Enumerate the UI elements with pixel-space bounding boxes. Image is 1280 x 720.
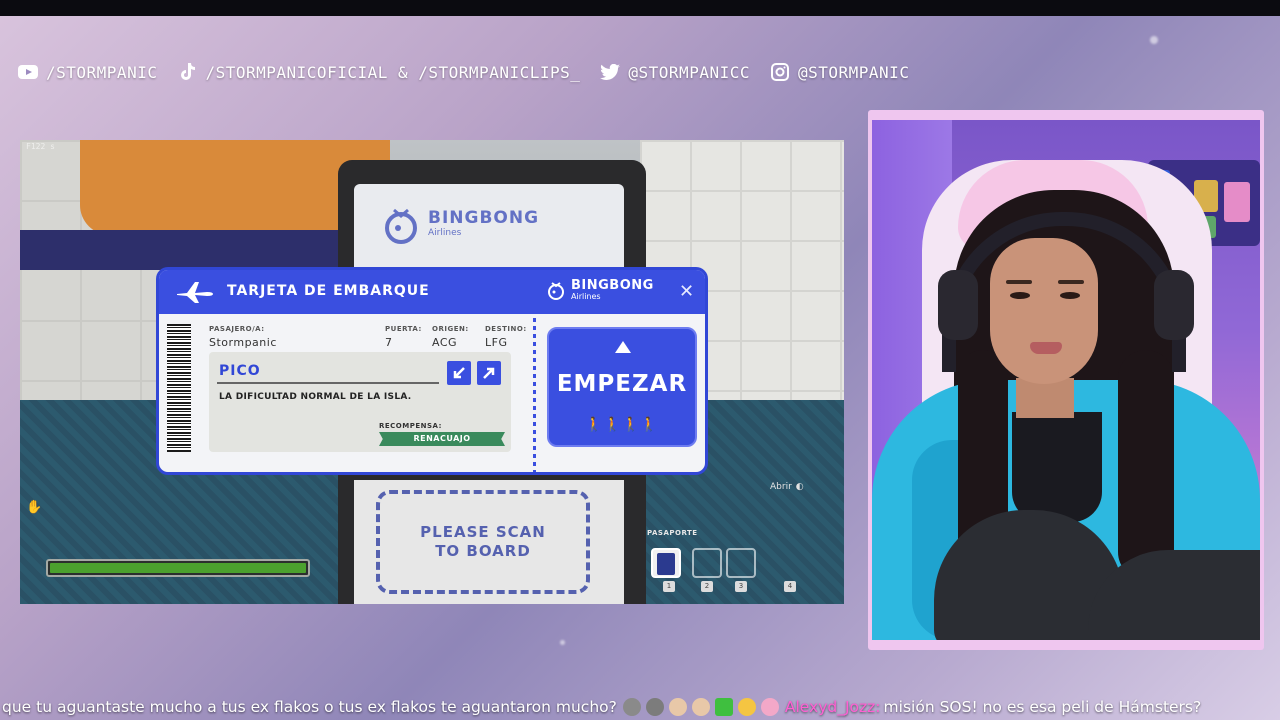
passenger-value: Stormpanic [209,336,277,349]
chat-ticker: que tu aguantaste mucho a tus ex flakos … [0,694,1280,720]
reward-label: RECOMPENSA: [379,422,442,430]
slot-number: 4 [784,581,796,592]
difficulty-next-button[interactable] [477,361,501,385]
headphone-earcup-left [938,270,978,340]
fps-counter: F122 s [26,142,55,151]
emote-icon [691,698,710,716]
difficulty-underline [217,382,439,384]
youtube-icon [18,63,38,81]
reward-badge: RENACUAJO [379,432,505,446]
open-prompt-label: Abrir [770,482,792,492]
destination-value: LFG [485,336,508,349]
bingbong-logo-icon [548,282,564,300]
arrow-up-right-icon [483,367,495,379]
emote-icon [622,698,641,716]
open-prompt: Abrir ◐ [770,482,804,492]
chat-message: misión SOS! no es esa peli de Hámsters? [883,698,1202,716]
perforation-divider [533,270,536,472]
scan-text-line-1: PLEASE SCAN [420,523,546,541]
chat-emotes [622,698,779,716]
boarding-pass-title: TARJETA DE EMBARQUE [227,283,430,299]
emote-icon [645,698,664,716]
webcam-inner-shirt [1012,412,1102,522]
airline-brand-sub: Airlines [571,292,601,301]
boarding-pass-dialog: TARJETA DE EMBARQUE BINGBONG Airlines ✕ … [156,267,708,475]
slot-number: 2 [701,581,713,592]
destination-label: DESTINO: [485,325,527,333]
checkmark-emote-icon [714,698,733,716]
youtube-handle: /STORMPANIC [46,62,158,82]
slot-number: 1 [663,581,675,592]
mouse-icon: ◐ [795,482,804,492]
stamina-bar [46,559,310,577]
passport-label: PASAPORTE [647,529,698,537]
difficulty-description: LA DIFICULTAD NORMAL DE LA ISLA. [219,392,412,402]
start-button-label: EMPEZAR [556,371,688,397]
instagram-handle: @STORMPANIC [797,62,910,82]
bingbong-logo-icon [385,208,417,244]
webcam-shelf-item [1224,182,1250,222]
hiker-icons: 🚶🚶🚶🚶 [585,417,659,433]
background-sparkle [1150,36,1158,44]
tiktok-handle: /STORMPANICOFICIAL & /STORMPANICLIPS_ [205,62,581,82]
instagram-icon [770,63,790,81]
gate-value: 7 [385,336,393,349]
kiosk-brand-name: BINGBONG [428,208,540,228]
difficulty-prev-button[interactable] [447,361,471,385]
twitter-icon [600,63,621,81]
passenger-label: PASAJERO/A: [209,325,265,333]
stamina-bar-fill [50,563,306,573]
headphone-earcup-right [1154,270,1194,340]
triangle-icon [615,341,631,353]
gate-label: PUERTA: [385,325,422,333]
inventory-slot-3[interactable] [726,548,756,578]
webcam-neck [1016,378,1074,418]
origin-value: ACG [432,336,458,349]
twitter-handle: @STORMPANICC [628,62,750,82]
hand-cursor-icon: ✋ [26,500,43,515]
sunglasses-emote-icon [737,698,756,716]
scan-text-line-2: TO BOARD [435,542,531,560]
chat-message: que tu aguantaste mucho a tus ex flakos … [2,698,617,716]
airline-brand-name: BINGBONG [571,278,654,293]
passport-icon [657,553,675,575]
webcam-hair-right [1118,350,1174,580]
close-icon[interactable]: ✕ [679,283,694,301]
scan-to-board-area: PLEASE SCAN TO BOARD [376,490,590,594]
slot-number: 3 [735,581,747,592]
tiktok-icon [177,63,197,81]
airline-brand: BINGBONG Airlines [545,279,654,301]
inventory-slot-2[interactable] [692,548,722,578]
kiosk-logo: BINGBONG Airlines [380,202,539,244]
top-black-bar [0,0,1280,16]
webcam-feed [872,120,1260,640]
pig-emote-icon [760,698,779,716]
arrow-down-left-icon [453,367,465,379]
inventory-slot-1[interactable] [651,548,681,578]
chat-username[interactable]: Alexyd_Jozz: [785,698,881,716]
airplane-icon [175,280,215,308]
social-handles: /STORMPANIC /STORMPANICOFICIAL & /STORMP… [18,58,909,86]
start-button[interactable]: EMPEZAR 🚶🚶🚶🚶 [547,327,697,447]
barcode [167,324,191,452]
origin-label: ORIGEN: [432,325,469,333]
difficulty-name: PICO [219,363,261,379]
background-sparkle [560,640,565,645]
emote-icon [668,698,687,716]
kiosk-brand-sub: Airlines [428,228,462,238]
